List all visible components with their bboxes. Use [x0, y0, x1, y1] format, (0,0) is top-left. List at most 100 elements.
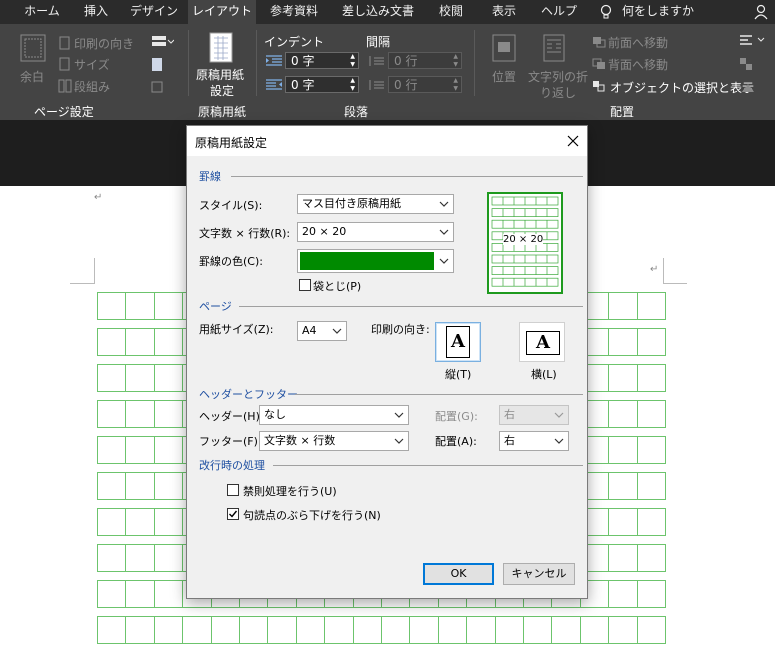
genko-icon[interactable] — [208, 32, 236, 64]
genko-button-line1[interactable]: 原稿用紙 — [196, 66, 244, 83]
header-position-label: 配置(G): — [435, 410, 478, 423]
grid-preview-label: 20 × 20 — [503, 234, 544, 245]
genko-cell — [636, 472, 666, 500]
breaks-hyphen-icons[interactable] — [150, 34, 174, 100]
close-icon[interactable] — [567, 135, 579, 147]
paper-size-select[interactable]: A4 — [297, 321, 347, 341]
kinsoku-checkbox[interactable] — [227, 484, 239, 496]
genko-cell — [97, 292, 127, 320]
genko-cell — [153, 472, 184, 500]
margins-icon[interactable] — [20, 34, 46, 62]
genko-cell — [97, 580, 127, 608]
header-label: ヘッダー(H): — [199, 410, 264, 423]
portrait-label[interactable]: 縦(T) — [445, 366, 471, 382]
fukuro-label[interactable]: 袋とじ(P) — [313, 278, 361, 294]
wrap-text-icon[interactable] — [542, 34, 568, 62]
footer-select[interactable]: 文字数 × 行数 — [259, 431, 409, 451]
footer-label: フッター(F): — [199, 435, 262, 448]
burasage-checkbox[interactable] — [227, 508, 239, 520]
header-position-select[interactable]: 右 — [499, 405, 569, 425]
grid-color-label: 罫線の色(C): — [199, 255, 263, 268]
ok-button[interactable]: OK — [423, 563, 494, 585]
portrait-glyph: A — [446, 326, 470, 358]
genko-cell — [153, 400, 184, 428]
orientation-icon[interactable] — [58, 36, 72, 50]
genko-cell — [352, 616, 382, 644]
section-page: ページ — [199, 300, 232, 313]
chevron-down-icon — [554, 412, 564, 418]
genko-cell — [125, 436, 155, 464]
section-line-break: 改行時の処理 — [199, 459, 265, 472]
spacing-before-icon — [369, 56, 384, 66]
header-select[interactable]: なし — [259, 405, 409, 425]
genko-cell — [125, 292, 155, 320]
genko-cell — [125, 508, 155, 536]
genko-cell — [239, 616, 269, 644]
genko-cell — [523, 616, 553, 644]
bring-forward-label: 前面へ移動 — [608, 36, 669, 50]
cancel-button[interactable]: キャンセル — [503, 563, 575, 585]
landscape-label[interactable]: 横(L) — [531, 366, 557, 382]
chars-lines-select[interactable]: 20 × 20 — [297, 222, 454, 242]
genko-button-line2[interactable]: 設定 — [210, 82, 234, 99]
genko-cell — [97, 328, 127, 356]
size-icon[interactable] — [58, 57, 72, 71]
lightbulb-icon — [600, 4, 612, 19]
position-label: 位置 — [492, 70, 517, 84]
tab-layout[interactable]: レイアウト — [188, 0, 256, 24]
genko-settings-dialog: 原稿用紙設定 罫線 スタイル(S): マス目付き原稿用紙 文字数 × 行数(R)… — [186, 125, 588, 599]
orientation-label: 印刷の向き: — [371, 323, 430, 336]
kinsoku-label[interactable]: 禁則処理を行う(U) — [243, 483, 337, 499]
genko-cell — [608, 364, 638, 392]
chars-lines-label: 文字数 × 行数(R): — [199, 227, 291, 240]
genko-cell — [125, 400, 155, 428]
dialog-titlebar[interactable]: 原稿用紙設定 — [187, 126, 587, 156]
grid-color-select[interactable] — [297, 249, 454, 273]
tell-me-search[interactable]: 何をしますか — [622, 0, 694, 24]
genko-cell — [608, 544, 638, 572]
bring-forward-icon[interactable] — [592, 36, 606, 48]
grid-color-swatch — [300, 252, 434, 270]
tab-view[interactable]: 表示 — [478, 0, 530, 24]
spacing-before-stepper[interactable]: 0 行 ▲ ▼ — [388, 52, 462, 69]
style-select[interactable]: マス目付き原稿用紙 — [297, 194, 454, 214]
burasage-label[interactable]: 句読点のぶら下げを行う(N) — [243, 507, 381, 523]
tab-help[interactable]: ヘルプ — [532, 0, 586, 24]
footer-position-select[interactable]: 右 — [499, 431, 569, 451]
wrap-label-line2: り返し — [540, 86, 577, 100]
dialog-title: 原稿用紙設定 — [195, 136, 268, 150]
genko-cell — [153, 580, 184, 608]
genko-cell — [409, 616, 439, 644]
genko-cell — [636, 580, 666, 608]
genko-cell — [608, 436, 638, 464]
fukuro-checkbox[interactable] — [299, 279, 311, 291]
align-group-rotate-icons[interactable] — [738, 32, 768, 98]
genko-cell — [608, 328, 638, 356]
chevron-down-icon — [439, 258, 449, 264]
tab-insert[interactable]: 挿入 — [72, 0, 120, 24]
genko-cell — [381, 616, 411, 644]
landscape-button[interactable]: A — [519, 322, 565, 362]
genko-cell — [608, 580, 638, 608]
spacing-after-stepper[interactable]: 0 行 ▲ ▼ — [388, 76, 462, 93]
position-icon[interactable] — [492, 34, 518, 62]
tab-review[interactable]: 校閲 — [426, 0, 476, 24]
send-backward-icon[interactable] — [592, 58, 606, 70]
genko-cell — [125, 364, 155, 392]
selection-pane-label[interactable]: オブジェクトの選択と表示 — [610, 79, 754, 96]
genko-cell — [551, 616, 581, 644]
genko-cell — [636, 364, 666, 392]
account-icon[interactable] — [754, 4, 770, 20]
tab-design[interactable]: デザイン — [122, 0, 186, 24]
selection-pane-icon[interactable] — [592, 80, 606, 92]
tab-references[interactable]: 参考資料 — [258, 0, 330, 24]
portrait-button[interactable]: A — [435, 322, 481, 362]
indent-left-stepper[interactable]: 0 字 ▲ ▼ — [285, 52, 359, 69]
tab-mailings[interactable]: 差し込み文書 — [332, 0, 424, 24]
columns-icon[interactable] — [58, 79, 72, 93]
tab-home[interactable]: ホーム — [14, 0, 70, 24]
genko-cell — [97, 400, 127, 428]
indent-right-stepper[interactable]: 0 字 ▲ ▼ — [285, 76, 359, 93]
genko-cell — [267, 616, 297, 644]
genko-cell — [125, 580, 155, 608]
